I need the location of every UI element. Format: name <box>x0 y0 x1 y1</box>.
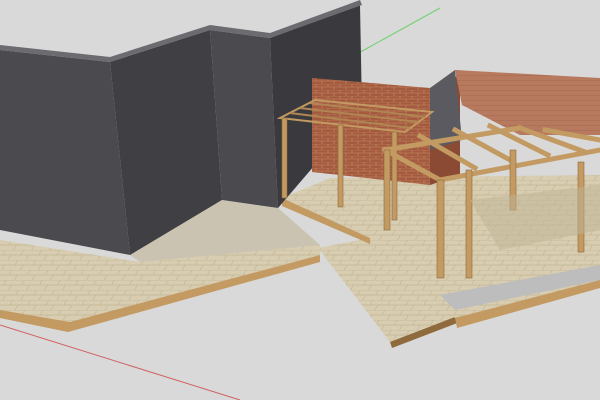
axis-green-line <box>354 7 441 56</box>
3d-model-viewport[interactable] <box>0 0 600 400</box>
house-wall-left <box>0 50 130 255</box>
axis-red-line <box>0 324 241 400</box>
scene-canvas[interactable] <box>0 0 600 400</box>
right-building-roof <box>455 70 600 135</box>
brick-wall <box>312 78 430 185</box>
